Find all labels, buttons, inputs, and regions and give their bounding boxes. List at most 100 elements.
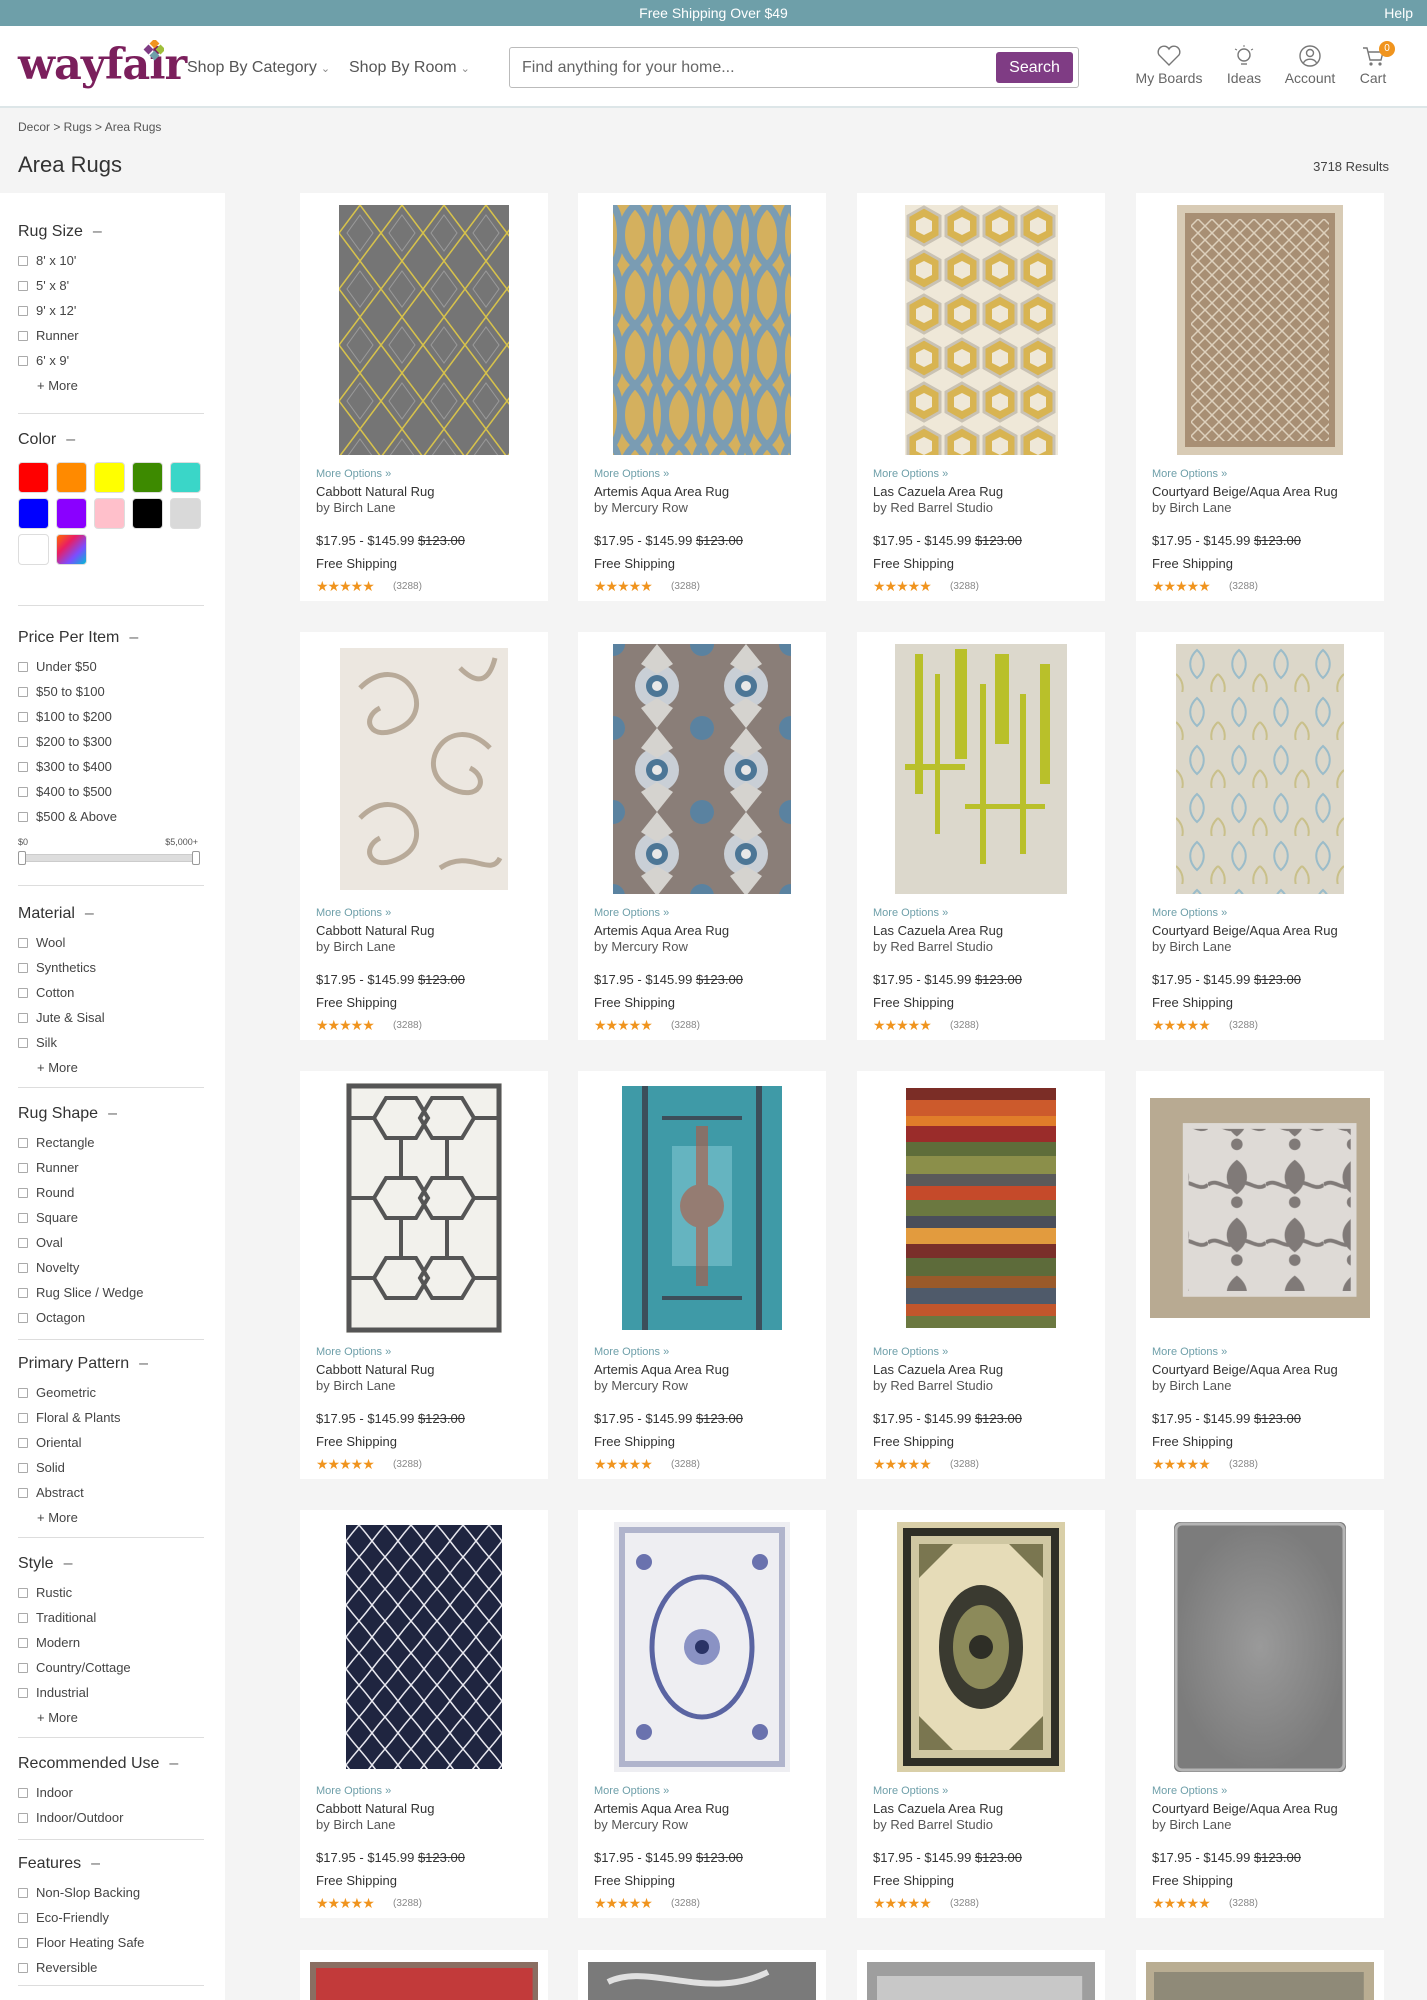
nav-shop-by-category[interactable]: Shop By Category ⌄: [187, 59, 330, 77]
more-options-link[interactable]: More Options »: [873, 1785, 948, 1797]
checkbox[interactable]: [18, 987, 28, 998]
filter-heading[interactable]: Recommended Use –: [18, 1755, 204, 1780]
filter-option[interactable]: Geometric: [18, 1380, 204, 1405]
product-brand[interactable]: by Mercury Row: [594, 1378, 688, 1393]
filter-heading[interactable]: Material –: [18, 905, 204, 930]
product-image[interactable]: [871, 1522, 1091, 1772]
collapse-icon[interactable]: –: [108, 1105, 117, 1122]
product-brand[interactable]: by Birch Lane: [316, 1378, 396, 1393]
product-name[interactable]: Courtyard Beige/Aqua Area Rug: [1152, 1362, 1338, 1377]
checkbox[interactable]: [18, 1312, 28, 1323]
checkbox[interactable]: [18, 937, 28, 948]
checkbox[interactable]: [18, 1262, 28, 1273]
product-brand[interactable]: by Birch Lane: [1152, 500, 1232, 515]
product-brand[interactable]: by Red Barrel Studio: [873, 500, 993, 515]
filter-option[interactable]: Under $50: [18, 654, 204, 679]
review-count[interactable]: (3288): [1229, 581, 1258, 592]
more-options-link[interactable]: More Options »: [873, 468, 948, 480]
product-brand[interactable]: by Birch Lane: [1152, 939, 1232, 954]
collapse-icon[interactable]: –: [91, 1855, 100, 1872]
ideas-button[interactable]: Ideas: [1222, 44, 1266, 86]
filter-option[interactable]: Oval: [18, 1230, 204, 1255]
filter-option[interactable]: Runner: [18, 323, 204, 348]
product-image[interactable]: [871, 205, 1091, 455]
collapse-icon[interactable]: –: [66, 431, 75, 448]
checkbox[interactable]: [18, 1587, 28, 1598]
more-options-link[interactable]: More Options »: [316, 907, 391, 919]
review-count[interactable]: (3288): [950, 1459, 979, 1470]
color-swatch[interactable]: [56, 534, 87, 565]
review-count[interactable]: (3288): [671, 1459, 700, 1470]
review-count[interactable]: (3288): [950, 1020, 979, 1031]
product-card[interactable]: More Options » Artemis Aqua Area Rug by Me…: [578, 193, 826, 601]
product-image[interactable]: [314, 205, 534, 455]
search-input[interactable]: [522, 48, 962, 87]
color-swatch[interactable]: [132, 498, 163, 529]
filter-option[interactable]: Rustic: [18, 1580, 204, 1605]
filter-option[interactable]: Modern: [18, 1630, 204, 1655]
checkbox[interactable]: [18, 1637, 28, 1648]
checkbox[interactable]: [18, 711, 28, 722]
product-name[interactable]: Cabbott Natural Rug: [316, 923, 435, 938]
checkbox[interactable]: [18, 1962, 28, 1973]
search-button[interactable]: Search: [996, 52, 1073, 83]
filter-option[interactable]: Country/Cottage: [18, 1655, 204, 1680]
product-brand[interactable]: by Birch Lane: [316, 1817, 396, 1832]
checkbox[interactable]: [18, 1662, 28, 1673]
review-count[interactable]: (3288): [393, 1459, 422, 1470]
checkbox[interactable]: [18, 736, 28, 747]
filter-option[interactable]: $100 to $200: [18, 704, 204, 729]
filter-option[interactable]: Solid: [18, 1455, 204, 1480]
range-min-handle[interactable]: [18, 851, 26, 865]
product-image[interactable]: [592, 1085, 812, 1331]
product-card[interactable]: More Options » Las Cazuela Area Rug by Red…: [857, 193, 1105, 601]
product-image[interactable]: [592, 205, 812, 455]
color-swatch[interactable]: [132, 462, 163, 493]
review-count[interactable]: (3288): [1229, 1020, 1258, 1031]
filter-option[interactable]: $500 & Above: [18, 804, 204, 829]
filter-option[interactable]: 6' x 9': [18, 348, 204, 373]
review-count[interactable]: (3288): [671, 1898, 700, 1909]
more-options-link[interactable]: More Options »: [316, 468, 391, 480]
filter-option[interactable]: 8' x 10': [18, 248, 204, 273]
product-name[interactable]: Cabbott Natural Rug: [316, 1362, 435, 1377]
product-brand[interactable]: by Mercury Row: [594, 939, 688, 954]
collapse-icon[interactable]: –: [129, 629, 138, 646]
more-options-link[interactable]: More Options »: [873, 907, 948, 919]
checkbox[interactable]: [18, 330, 28, 341]
filter-option[interactable]: 9' x 12': [18, 298, 204, 323]
more-options-link[interactable]: More Options »: [594, 1785, 669, 1797]
checkbox[interactable]: [18, 1812, 28, 1823]
more-options-link[interactable]: More Options »: [1152, 907, 1227, 919]
filter-option[interactable]: $300 to $400: [18, 754, 204, 779]
filter-option[interactable]: Floor Heating Safe: [18, 1930, 204, 1955]
checkbox[interactable]: [18, 255, 28, 266]
product-card[interactable]: More Options » Cabbott Natural Rug by Birc…: [300, 1510, 548, 1918]
product-name[interactable]: Las Cazuela Area Rug: [873, 1362, 1003, 1377]
checkbox[interactable]: [18, 1037, 28, 1048]
checkbox[interactable]: [18, 1212, 28, 1223]
product-name[interactable]: Artemis Aqua Area Rug: [594, 923, 729, 938]
checkbox[interactable]: [18, 1462, 28, 1473]
filter-option[interactable]: Silk: [18, 1030, 204, 1055]
product-brand[interactable]: by Birch Lane: [1152, 1378, 1232, 1393]
product-image[interactable]: [1150, 205, 1370, 455]
product-image[interactable]: [867, 1962, 1095, 2000]
checkbox[interactable]: [18, 1012, 28, 1023]
filter-option[interactable]: 5' x 8': [18, 273, 204, 298]
checkbox[interactable]: [18, 686, 28, 697]
checkbox[interactable]: [18, 1287, 28, 1298]
more-options-link[interactable]: + More: [18, 1055, 204, 1080]
product-image[interactable]: [314, 646, 534, 892]
product-image[interactable]: [314, 1083, 534, 1333]
product-name[interactable]: Las Cazuela Area Rug: [873, 923, 1003, 938]
more-options-link[interactable]: More Options »: [594, 907, 669, 919]
review-count[interactable]: (3288): [393, 1898, 422, 1909]
collapse-icon[interactable]: –: [64, 1555, 73, 1572]
product-brand[interactable]: by Red Barrel Studio: [873, 1378, 993, 1393]
filter-option[interactable]: $50 to $100: [18, 679, 204, 704]
color-swatch[interactable]: [94, 498, 125, 529]
checkbox[interactable]: [18, 1787, 28, 1798]
more-options-link[interactable]: More Options »: [1152, 468, 1227, 480]
product-card[interactable]: More Options » Courtyard Beige/Aqua Area …: [1136, 632, 1384, 1040]
